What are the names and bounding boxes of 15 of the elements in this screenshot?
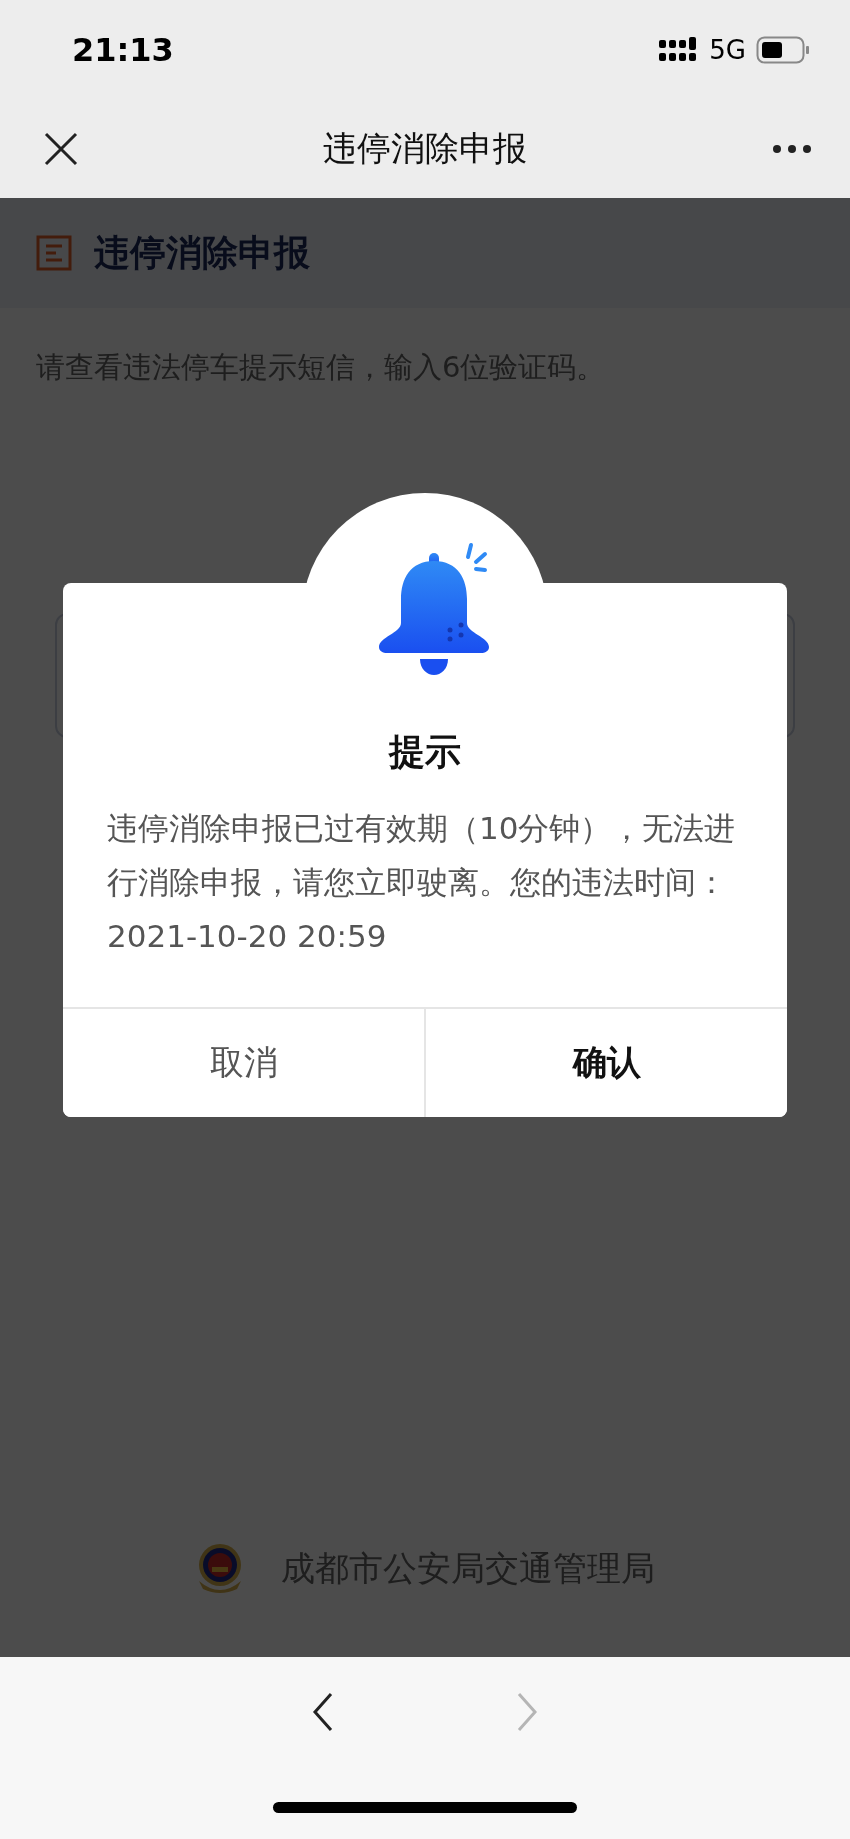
network-label: 5G	[709, 35, 746, 65]
chevron-right-icon	[515, 1692, 539, 1732]
nav-title: 违停消除申报	[323, 127, 527, 170]
page-title: 违停消除申报	[94, 230, 310, 275]
dialog-message: 违停消除申报已过有效期（10分钟），无法进行消除申报，请您立即驶离。您的违法时间：2021-10-20 20:59	[107, 809, 737, 956]
close-icon	[44, 132, 78, 166]
more-button[interactable]	[772, 144, 812, 154]
chevron-left-icon	[311, 1692, 335, 1732]
close-button[interactable]	[44, 132, 78, 166]
more-icon	[772, 144, 812, 154]
dialog-title: 提示	[389, 730, 461, 774]
battery-icon	[756, 36, 810, 64]
status-time: 21:13	[72, 31, 174, 69]
confirm-button[interactable]: 确认	[424, 1009, 787, 1117]
back-button[interactable]	[311, 1692, 335, 1732]
